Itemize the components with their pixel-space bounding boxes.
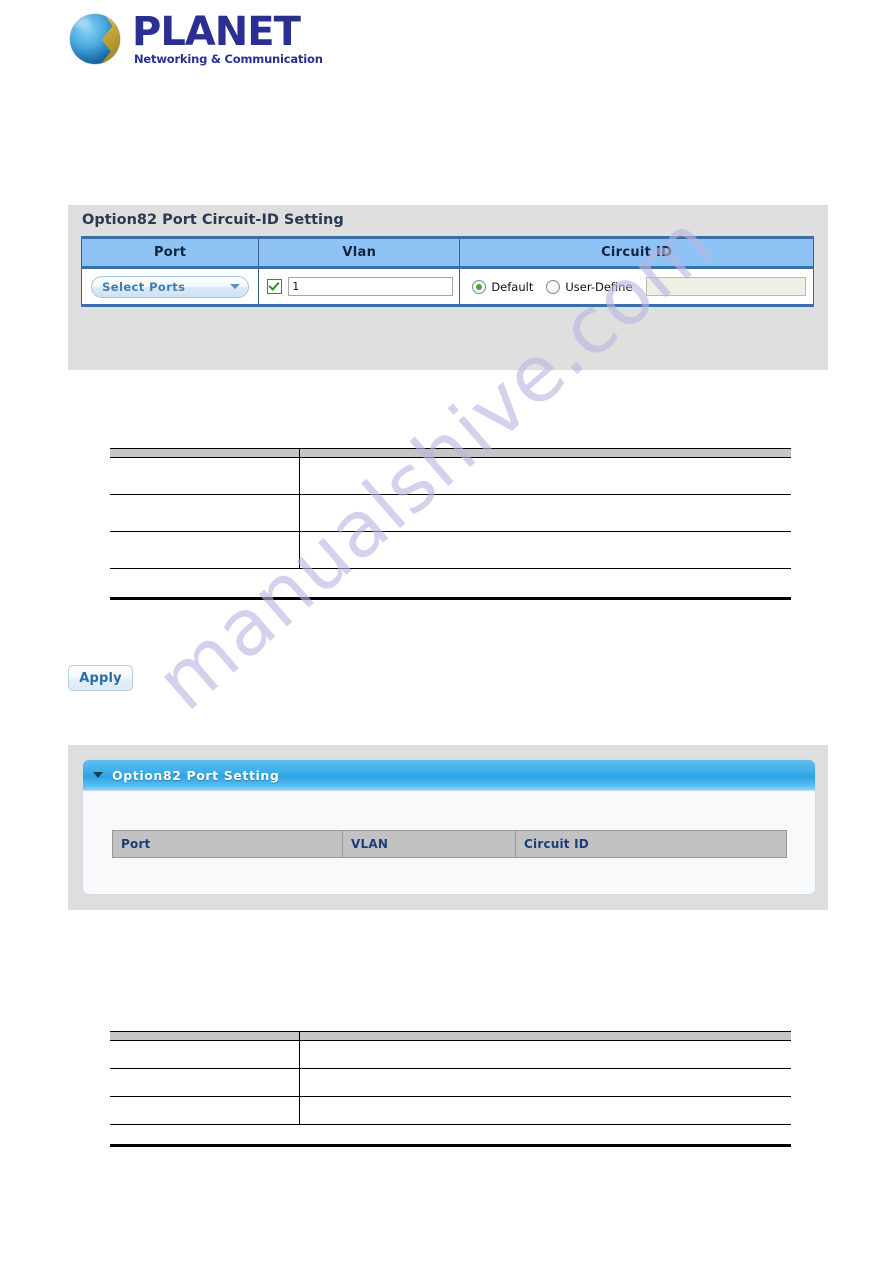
brand-text-block: PLANET Networking & Communication: [132, 12, 323, 66]
brand-name: PLANET: [132, 9, 301, 55]
doc2-header-description: [299, 1031, 791, 1041]
planet-globe-logo-icon: [70, 13, 120, 64]
select-ports-label: Select Ports: [102, 279, 186, 294]
panel-title-port-setting: Option82 Port Setting: [112, 767, 280, 783]
doc2-header-object: [110, 1031, 301, 1041]
radio-user-define-label: User-Define: [565, 279, 633, 294]
port-setting-card: Option82 Port Setting Port VLAN Circuit …: [82, 759, 816, 895]
doc1-header-description: [299, 448, 791, 458]
brand-tagline: Networking & Communication: [134, 52, 323, 66]
port-setting-header[interactable]: Option82 Port Setting: [83, 760, 815, 791]
doc2-cell-description: [299, 1068, 791, 1097]
page-header: PLANET Networking & Communication: [0, 0, 893, 90]
table-row: [110, 457, 791, 495]
column-header-vlan: Vlan: [258, 236, 461, 269]
table-row: [110, 1040, 791, 1069]
column-header-circuit-id: Circuit ID: [515, 830, 787, 858]
table-header-row: [110, 1031, 791, 1041]
vlan-control-group: [259, 277, 459, 296]
panel-title-circuit-id: Option82 Port Circuit-ID Setting: [82, 212, 344, 228]
doc1-cell-description: [299, 531, 791, 569]
vlan-enable-checkbox[interactable]: [267, 279, 283, 294]
doc1-cell-object: [110, 494, 301, 532]
doc2-cell-object: [110, 1040, 301, 1069]
radio-default-label: Default: [491, 279, 534, 294]
doc1-cell-object: [110, 457, 301, 495]
radio-default[interactable]: [472, 279, 487, 294]
option82-circuit-id-panel: Option82 Port Circuit-ID Setting Port Vl…: [68, 205, 828, 562]
circuit-id-user-define-input[interactable]: [645, 277, 806, 296]
table-header-row: Port Vlan Circuit ID: [80, 236, 814, 269]
circuit-id-control-group: Default User-Define: [460, 277, 813, 296]
cell-circuit-id: Default User-Define: [459, 267, 814, 307]
doc-table-1: [110, 448, 791, 569]
doc2-cell-object: [110, 1096, 301, 1125]
port-setting-table: Port VLAN Circuit ID: [112, 830, 787, 858]
chevron-down-icon: [230, 284, 241, 289]
table-input-row: Select Ports Default User-Defin: [80, 267, 814, 307]
doc2-cell-description: [299, 1040, 791, 1069]
doc-table-1-bottom-rule: [110, 597, 791, 600]
radio-user-define[interactable]: [546, 279, 561, 294]
column-header-vlan: VLAN: [342, 830, 516, 858]
table-row: [110, 1068, 791, 1097]
apply-button-standalone[interactable]: Apply: [68, 665, 133, 691]
table-row: [110, 531, 791, 569]
column-header-port: Port: [80, 236, 260, 269]
doc1-header-object: [110, 448, 301, 458]
table-row: [110, 494, 791, 532]
doc-table-2: [110, 1031, 791, 1125]
table-header-row: Port VLAN Circuit ID: [112, 830, 787, 858]
brand-logo: PLANET Networking & Communication: [70, 12, 323, 66]
cell-port: Select Ports: [80, 267, 260, 307]
doc-table-2-bottom-rule: [110, 1144, 791, 1147]
triangle-down-icon[interactable]: [93, 772, 103, 778]
doc1-cell-description: [299, 494, 791, 532]
table-row: [110, 1096, 791, 1125]
doc2-cell-description: [299, 1096, 791, 1125]
doc2-cell-object: [110, 1068, 301, 1097]
cell-vlan: [258, 267, 461, 307]
doc1-cell-description: [299, 457, 791, 495]
option82-port-setting-panel: Option82 Port Setting Port VLAN Circuit …: [68, 745, 828, 910]
circuit-id-settings-table: Port Vlan Circuit ID Select Ports 1 Defa…: [80, 236, 814, 307]
vlan-input[interactable]: [288, 277, 454, 296]
column-header-port: Port: [112, 830, 343, 858]
select-ports-dropdown[interactable]: Select Ports: [91, 275, 250, 298]
doc1-cell-object: [110, 531, 301, 569]
column-header-circuit-id: Circuit ID: [459, 236, 814, 269]
table-header-row: [110, 448, 791, 458]
